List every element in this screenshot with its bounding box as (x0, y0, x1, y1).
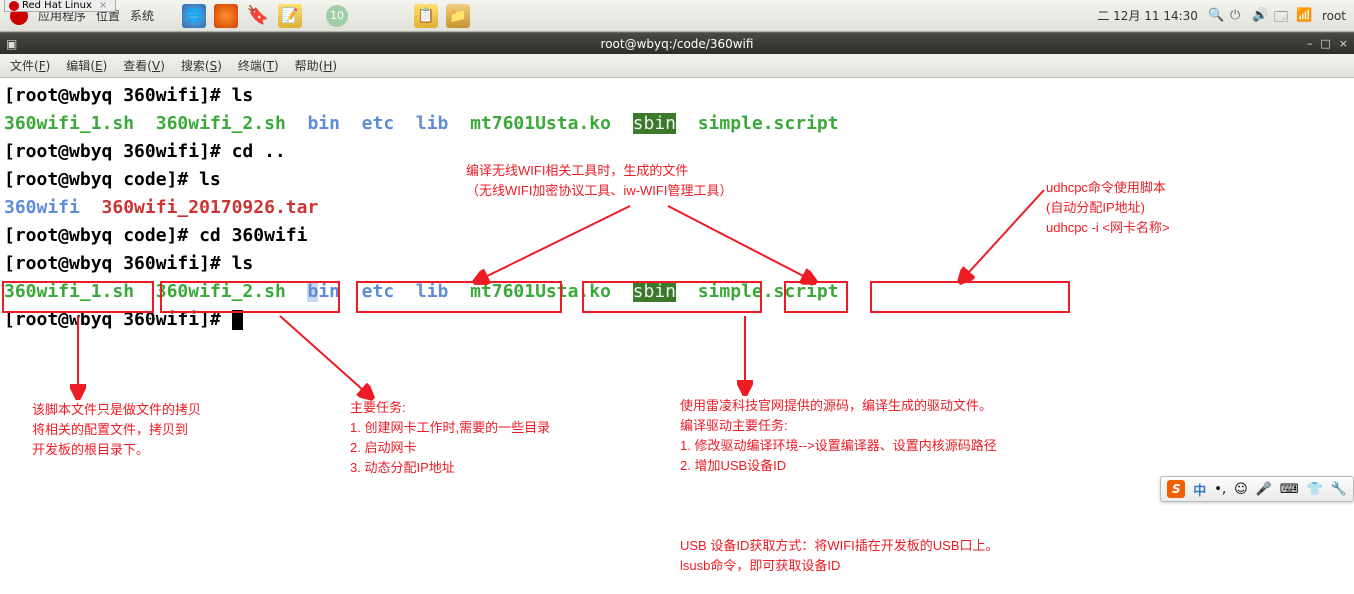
ime-bar[interactable]: S 中 •, ☺ 🎤 ⌨ 👕 🔧 (1160, 476, 1354, 502)
menu-view[interactable]: 查看(V) (123, 57, 165, 74)
volume-icon[interactable]: 🔊 (1252, 8, 1268, 24)
tray-icons: 🔍 ⏻ 🔊 🗔 📶 (1208, 8, 1312, 24)
ime-tool-icon[interactable]: 🔧 (1331, 482, 1347, 497)
network-icon[interactable]: 📶 (1296, 8, 1312, 24)
os-tab[interactable]: Red Hat Linux × (4, 0, 116, 12)
folder-icon[interactable]: 📁 (446, 4, 470, 28)
bookmark-icon[interactable]: 🔖 (246, 4, 270, 28)
ime-smiley-icon[interactable]: ☺ (1234, 482, 1248, 497)
ime-punct-icon[interactable]: •, (1214, 482, 1226, 497)
window-title: root@wbyq:/code/360wifi (601, 37, 754, 51)
notes2-icon[interactable]: 📋 (414, 4, 438, 28)
sogou-icon[interactable]: S (1167, 480, 1185, 498)
badge-10-icon[interactable]: 10 (326, 5, 348, 27)
ime-skin-icon[interactable]: 👕 (1307, 482, 1323, 497)
minimize-button[interactable]: – (1307, 37, 1313, 50)
terminal-menubar: 文件(F) 编辑(E) 查看(V) 搜索(S) 终端(T) 帮助(H) (0, 54, 1354, 78)
firefox-icon[interactable] (214, 4, 238, 28)
window-titlebar[interactable]: ▣ root@wbyq:/code/360wifi – □ × (0, 32, 1354, 54)
ime-mic-icon[interactable]: 🎤 (1256, 482, 1272, 497)
ime-lang[interactable]: 中 (1193, 480, 1206, 499)
terminal-icon: ▣ (6, 37, 17, 51)
settings-icon[interactable]: ⏻ (1230, 8, 1246, 24)
web-browser-icon[interactable]: 🌐 (182, 4, 206, 28)
os-tab-label: Red Hat Linux (22, 0, 92, 11)
clock[interactable]: 二 12月 11 14:30 (1097, 7, 1198, 24)
menu-search[interactable]: 搜索(S) (181, 57, 222, 74)
close-button[interactable]: × (1339, 37, 1348, 50)
panel-user[interactable]: root (1322, 9, 1346, 23)
menu-edit[interactable]: 编辑(E) (66, 57, 107, 74)
redhat-icon (9, 1, 19, 11)
zoom-icon[interactable]: 🔍 (1208, 8, 1224, 24)
gnome-panel: 应用程序 位置 系统 🌐 🔖 📝 10 📋 📁 二 12月 11 14:30 🔍… (0, 0, 1354, 32)
terminal-body[interactable]: [root@wbyq 360wifi]# ls 360wifi_1.sh 360… (0, 78, 1354, 594)
menu-terminal[interactable]: 终端(T) (238, 57, 279, 74)
terminal-output: [root@wbyq 360wifi]# ls 360wifi_1.sh 360… (4, 82, 1350, 334)
close-icon[interactable]: × (99, 0, 107, 11)
cursor (232, 310, 243, 330)
menu-file[interactable]: 文件(F) (10, 57, 50, 74)
menu-help[interactable]: 帮助(H) (295, 57, 337, 74)
display-icon[interactable]: 🗔 (1274, 8, 1290, 24)
ime-keyboard-icon[interactable]: ⌨ (1280, 482, 1299, 497)
maximize-button[interactable]: □ (1320, 37, 1330, 50)
notes-icon[interactable]: 📝 (278, 4, 302, 28)
panel-system[interactable]: 系统 (130, 7, 154, 24)
